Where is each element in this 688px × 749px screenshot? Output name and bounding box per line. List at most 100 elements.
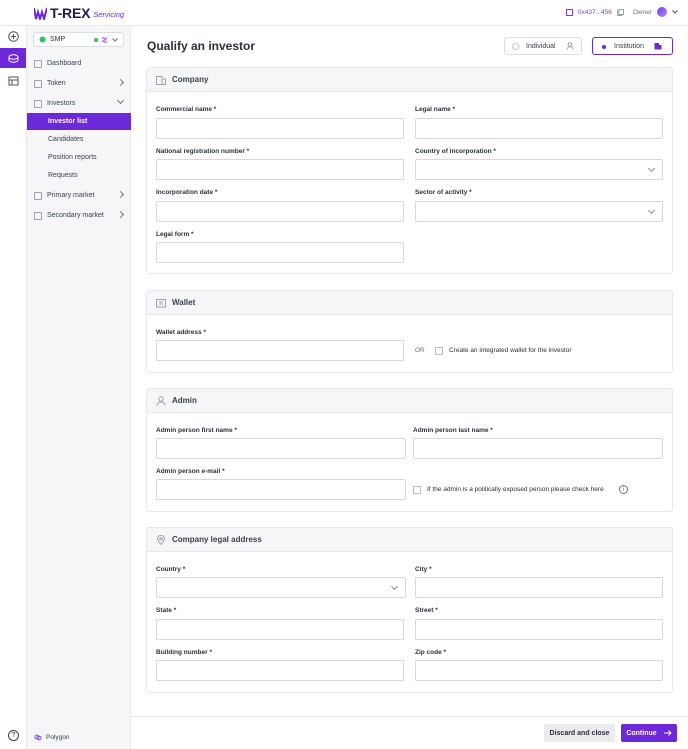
sidebar-item-secondary-market[interactable]: Secondary market — [27, 207, 131, 224]
asset-name: SMP — [50, 36, 66, 43]
avatar[interactable] — [657, 7, 667, 17]
city-input[interactable] — [415, 577, 663, 598]
legal-name-input[interactable] — [415, 118, 663, 139]
link-icon — [101, 37, 108, 42]
radio-button — [600, 43, 607, 50]
type-institution-toggle[interactable]: Institution — [592, 37, 673, 55]
card-title: Company — [172, 75, 209, 84]
state-label: State * — [156, 607, 177, 614]
chevron-down-icon[interactable] — [672, 10, 678, 14]
chevron-down-icon — [116, 96, 125, 105]
street-input[interactable] — [415, 619, 663, 640]
help-icon[interactable]: ? — [8, 730, 19, 741]
top-bar: T-REX Servicing 0x437...456 Owner — [0, 0, 688, 26]
polygon-icon — [34, 734, 42, 741]
copy-icon[interactable] — [616, 8, 624, 16]
chevron-right-icon — [116, 78, 125, 87]
status-dot — [94, 37, 98, 42]
brand-sub: Servicing — [93, 10, 125, 19]
sidebar-item-label: Primary market — [47, 192, 95, 199]
country-incorporation-select[interactable] — [415, 159, 663, 180]
chevron-down-icon — [647, 164, 656, 173]
sidebar-item-label: Investors — [47, 100, 76, 107]
chevron-right-icon — [116, 190, 125, 199]
street-label: Street * — [415, 607, 438, 614]
legal-address-card-header: Company legal address — [147, 528, 672, 552]
admin-first-name-input[interactable] — [156, 438, 406, 459]
sidebar-item-investor-list[interactable]: Investor list — [27, 113, 131, 130]
sidebar-item-dashboard[interactable]: Dashboard — [27, 55, 131, 72]
admin-email-input[interactable] — [156, 479, 406, 500]
type-label: Institution — [614, 42, 644, 50]
pep-checkbox[interactable] — [413, 486, 421, 494]
company-card-header: Company — [147, 68, 672, 92]
national-registration-input[interactable] — [156, 159, 404, 180]
national-registration-label: National registration number * — [156, 148, 250, 155]
commercial-name-input[interactable] — [156, 118, 404, 139]
arrow-right-icon — [663, 730, 672, 736]
wallet-icon — [565, 8, 573, 16]
zip-code-label: Zip code * — [415, 649, 447, 656]
country-select[interactable] — [156, 577, 406, 598]
continue-button[interactable]: Continue — [621, 724, 677, 742]
tokens-icon[interactable] — [0, 48, 26, 68]
chevron-down-icon — [390, 582, 399, 591]
wallet-card: Wallet Wallet address * OR Create an int… — [146, 290, 673, 373]
admin-last-name-label: Admin person last name * — [413, 427, 493, 434]
wallet-address-input[interactable] — [156, 340, 404, 361]
card-title: Admin — [172, 396, 197, 405]
discard-button[interactable]: Discard and close — [544, 724, 615, 742]
primary-market-icon — [34, 191, 42, 200]
main-content: Qualify an investor Individual Instituti… — [131, 26, 688, 749]
sidebar-item-primary-market[interactable]: Primary market — [27, 187, 131, 204]
type-label: Individual — [526, 42, 556, 50]
legal-address-card: Company legal address Country * City * S… — [146, 527, 673, 693]
zip-code-input[interactable] — [415, 660, 663, 681]
sidebar-item-token[interactable]: Token — [27, 75, 131, 92]
building-number-label: Building number * — [156, 649, 212, 656]
incorporation-date-label: Incorporation date * — [156, 189, 218, 196]
admin-email-label: Admin person e-mail * — [156, 468, 225, 475]
legal-form-input[interactable] — [156, 242, 404, 263]
admin-card: Admin Admin person first name * Admin pe… — [146, 388, 673, 512]
dashboard-icon — [34, 59, 42, 68]
sidebar-item-investors[interactable]: Investors — [27, 95, 131, 112]
location-pin-icon — [156, 534, 166, 545]
chevron-down-icon — [112, 37, 118, 42]
building-number-input[interactable] — [156, 660, 404, 681]
add-circle-icon[interactable] — [0, 26, 26, 46]
incorporation-date-input[interactable] — [156, 201, 404, 222]
admin-last-name-input[interactable] — [413, 438, 663, 459]
create-wallet-checkbox[interactable] — [435, 347, 443, 355]
network-name: Polygon — [46, 734, 70, 741]
continue-label: Continue — [626, 729, 657, 737]
type-individual-toggle[interactable]: Individual — [504, 37, 582, 55]
company-card: Company Commercial name * Legal name * N… — [146, 67, 673, 274]
page-title: Qualify an investor — [147, 39, 256, 53]
token-icon — [34, 79, 42, 88]
or-separator: OR — [415, 347, 425, 354]
investors-icon — [34, 99, 42, 108]
sidebar-item-label: Token — [47, 80, 66, 87]
sector-label: Sector of activity * — [415, 189, 472, 196]
secondary-market-icon — [34, 211, 42, 220]
sector-select[interactable] — [415, 201, 663, 222]
sidebar-item-candidates[interactable]: Candidates — [27, 131, 131, 148]
sidebar-item-position-reports[interactable]: Position reports — [27, 149, 131, 166]
network-indicator[interactable]: Polygon — [34, 734, 70, 741]
sidebar-item-requests[interactable]: Requests — [27, 167, 131, 184]
user-icon — [566, 42, 574, 50]
country-label: Country * — [156, 566, 186, 573]
asset-select[interactable]: SMP — [33, 32, 124, 47]
state-input[interactable] — [156, 619, 404, 640]
chevron-down-icon — [647, 206, 656, 215]
building-icon — [654, 43, 662, 50]
admin-card-header: Admin — [147, 389, 672, 413]
info-icon[interactable]: i — [619, 485, 628, 494]
icon-rail: ? — [0, 0, 27, 749]
sidebar-item-label: Secondary market — [47, 212, 104, 219]
store-icon[interactable] — [0, 71, 26, 91]
trex-logo-icon — [34, 7, 47, 20]
trex-logo[interactable]: T-REX Servicing — [34, 5, 124, 21]
wallet-address[interactable]: 0x437...456 — [578, 9, 612, 16]
